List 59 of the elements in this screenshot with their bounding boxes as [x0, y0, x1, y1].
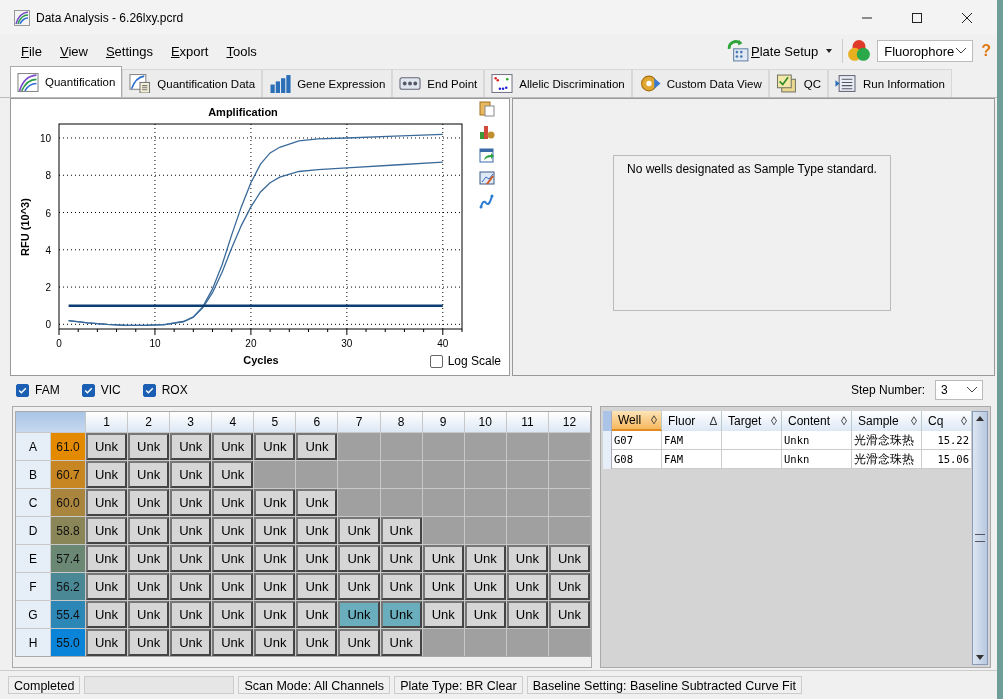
table-cell: G07	[612, 431, 662, 450]
status-text: Scan Mode: All Channels	[238, 676, 391, 694]
temperature-cell: 61.0	[51, 433, 85, 460]
sort-indicator: ◊	[841, 414, 847, 428]
temperature-cell: 60.0	[51, 489, 85, 516]
tab-label: Quantification Data	[157, 77, 256, 90]
chart-title: Amplification	[208, 106, 278, 118]
sort-indicator: ∆	[709, 414, 717, 428]
tab-label: Gene Expression	[297, 77, 386, 90]
header-label: Cq	[928, 414, 944, 428]
sort-indicator: ◊	[961, 414, 967, 428]
header-label: Content	[788, 414, 831, 428]
status-text: Plate Type: BR Clear	[394, 676, 523, 694]
table-cell: FAM	[662, 431, 722, 450]
temperature-cell: 57.4	[51, 545, 85, 572]
step-number-label: Step Number:	[850, 383, 925, 397]
x-axis-title: Cycles	[243, 354, 279, 366]
y-tick-label: 10	[39, 133, 51, 144]
header-label: Target	[728, 414, 762, 428]
status-text: Completed	[8, 676, 81, 694]
tab-label: Quantification	[45, 76, 116, 88]
x-tick-label: 20	[245, 338, 257, 349]
sort-indicator: ◊	[651, 413, 657, 427]
y-axis-title: RFU (10^3)	[19, 198, 31, 256]
table-cell: FAM	[662, 450, 722, 469]
header-label: Sample	[858, 414, 899, 428]
tab-label: QC	[803, 77, 821, 90]
tab-label: End Point	[427, 77, 478, 90]
window-title: Data Analysis - 6.26lxy.pcrd	[36, 10, 184, 25]
tab-label: Custom Data View	[666, 77, 762, 90]
header-label: Fluor	[668, 414, 696, 428]
table-cell: 光滑念珠热	[852, 431, 922, 450]
x-tick-label: 0	[56, 338, 62, 349]
tab-label: Allelic Discrimination	[519, 77, 625, 90]
y-tick-label: 4	[45, 244, 51, 256]
table-cell: Unkn	[782, 431, 852, 450]
table-cell: 光滑念珠热	[852, 450, 922, 469]
status-text: Baseline Setting: Baseline Subtracted Curve Fit	[526, 676, 802, 694]
y-tick-label: 6	[45, 207, 51, 219]
x-tick-label: 40	[437, 338, 449, 349]
message-box: No wells designated as Sample Type standard.	[613, 155, 891, 311]
temperature-cell: 58.8	[51, 517, 85, 544]
table-cell: Unkn	[782, 450, 852, 469]
table-cell: 15.22	[922, 431, 972, 450]
temperature-cell: 56.2	[51, 573, 85, 600]
y-tick-label: 2	[45, 282, 51, 294]
y-tick-label: 0	[45, 319, 51, 331]
temperature-cell: 55.4	[51, 601, 85, 628]
x-tick-label: 10	[149, 338, 161, 349]
header-label: Well	[618, 413, 642, 427]
temperature-cell: 55.0	[51, 629, 85, 656]
table-cell: G08	[612, 450, 662, 469]
temperature-cell: 60.7	[51, 461, 85, 488]
y-tick-label: 8	[45, 170, 51, 182]
tab-label: Run Information	[862, 77, 945, 90]
x-tick-label: 30	[341, 338, 353, 349]
sort-indicator: ◊	[911, 414, 917, 428]
sort-indicator: ◊	[771, 414, 777, 428]
table-cell: 15.06	[922, 450, 972, 469]
